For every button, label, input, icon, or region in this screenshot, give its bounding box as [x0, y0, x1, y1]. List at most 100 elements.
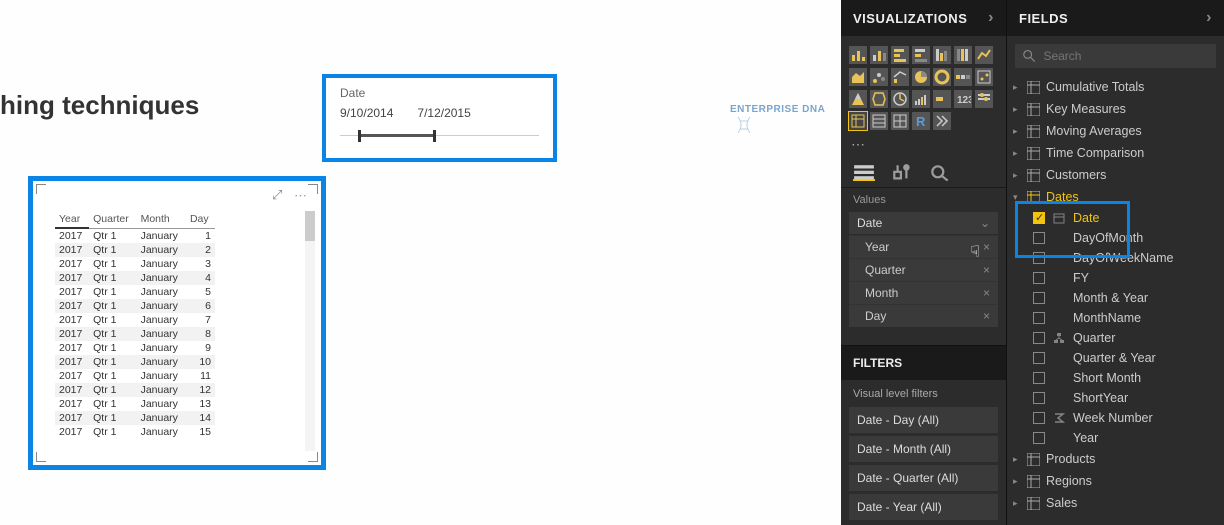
viz-type-icon[interactable]: R [912, 112, 930, 130]
field-checkbox[interactable] [1033, 352, 1045, 364]
table-key-measures[interactable]: ▸Key Measures [1007, 98, 1224, 120]
field-column-date[interactable]: Date [1007, 208, 1224, 228]
remove-field-icon[interactable]: × [983, 286, 990, 300]
field-checkbox[interactable] [1033, 212, 1045, 224]
viz-type-icon[interactable]: 123 [954, 90, 972, 108]
remove-field-icon[interactable]: × [983, 309, 990, 323]
visualization-gallery[interactable]: 123 R [841, 36, 1006, 134]
fields-search[interactable] [1015, 44, 1216, 68]
field-checkbox[interactable] [1033, 392, 1045, 404]
table-moving-averages[interactable]: ▸Moving Averages [1007, 120, 1224, 142]
field-well-item[interactable]: Day× [849, 304, 998, 327]
viz-type-icon[interactable] [912, 68, 930, 86]
dna-icon [734, 115, 754, 135]
table-icon [1027, 191, 1040, 204]
analytics-tab[interactable] [929, 163, 951, 181]
field-checkbox[interactable] [1033, 372, 1045, 384]
viz-type-icon[interactable] [870, 90, 888, 108]
viz-type-icon[interactable] [849, 68, 867, 86]
slicer-handle-end[interactable] [433, 130, 436, 142]
field-well-item[interactable]: Month× [849, 281, 998, 304]
filter-item[interactable]: Date - Day (All) [849, 407, 998, 433]
remove-field-icon[interactable]: × [983, 263, 990, 277]
viz-type-icon[interactable] [933, 46, 951, 64]
date-slicer[interactable]: Date 9/10/2014 7/12/2015 [322, 74, 557, 162]
viz-type-icon[interactable] [954, 68, 972, 86]
viz-type-icon[interactable] [933, 90, 951, 108]
field-column-month-year[interactable]: Month & Year [1007, 288, 1224, 308]
field-column-week-number[interactable]: Week Number [1007, 408, 1224, 428]
filter-item[interactable]: Date - Quarter (All) [849, 465, 998, 491]
filter-item[interactable]: Date - Year (All) [849, 494, 998, 520]
cursor-icon: ☟ [970, 242, 980, 262]
field-checkbox[interactable] [1033, 412, 1045, 424]
filter-item[interactable]: Date - Month (All) [849, 436, 998, 462]
field-checkbox[interactable] [1033, 292, 1045, 304]
field-column-dayofmonth[interactable]: DayOfMonth [1007, 228, 1224, 248]
field-checkbox[interactable] [1033, 232, 1045, 244]
visual-options-icons[interactable]: ⤢ ⋯ [272, 187, 311, 203]
viz-type-icon[interactable] [849, 90, 867, 108]
field-column-fy[interactable]: FY [1007, 268, 1224, 288]
viz-type-icon[interactable] [891, 90, 909, 108]
viz-type-icon[interactable] [870, 68, 888, 86]
field-checkbox[interactable] [1033, 252, 1045, 264]
field-column-monthname[interactable]: MonthName [1007, 308, 1224, 328]
viz-type-icon[interactable] [975, 90, 993, 108]
table-icon [1027, 103, 1040, 116]
table-dates[interactable]: ▾ Dates [1007, 186, 1224, 208]
table-sales[interactable]: ▸Sales [1007, 492, 1224, 514]
field-checkbox[interactable] [1033, 332, 1045, 344]
remove-field-icon[interactable]: × [983, 240, 990, 254]
viz-type-icon[interactable] [954, 46, 972, 64]
field-checkbox[interactable] [1033, 432, 1045, 444]
values-label: Values [841, 188, 1006, 208]
viz-type-icon[interactable] [933, 112, 951, 130]
viz-type-icon[interactable] [975, 68, 993, 86]
viz-type-icon[interactable] [849, 112, 867, 130]
table-icon [1027, 125, 1040, 138]
viz-type-icon[interactable] [891, 46, 909, 64]
slicer-range-track[interactable] [340, 128, 539, 144]
viz-type-icon[interactable] [933, 68, 951, 86]
field-column-short-month[interactable]: Short Month [1007, 368, 1224, 388]
slicer-field-label: Date [340, 86, 539, 100]
table-customers[interactable]: ▸Customers [1007, 164, 1224, 186]
table-regions[interactable]: ▸Regions [1007, 470, 1224, 492]
viz-type-icon[interactable] [891, 112, 909, 130]
visualizations-header[interactable]: VISUALIZATIONS› [841, 0, 1006, 36]
more-visuals-button[interactable]: ⋯ [841, 134, 1006, 155]
viz-type-icon[interactable] [975, 46, 993, 64]
slicer-start-date[interactable]: 9/10/2014 [340, 106, 393, 120]
date-table-visual[interactable]: ⤢ ⋯ YearQuarterMonthDay2017Qtr 1January1… [28, 176, 326, 470]
filters-header: FILTERS [841, 345, 1006, 380]
field-checkbox[interactable] [1033, 312, 1045, 324]
table-scrollbar[interactable] [305, 211, 315, 451]
format-tab[interactable] [891, 163, 913, 181]
field-column-shortyear[interactable]: ShortYear [1007, 388, 1224, 408]
viz-type-icon[interactable] [849, 46, 867, 64]
field-column-quarter[interactable]: Quarter [1007, 328, 1224, 348]
table-icon [1027, 81, 1040, 94]
table-cumulative-totals[interactable]: ▸Cumulative Totals [1007, 76, 1224, 98]
viz-type-icon[interactable] [912, 46, 930, 64]
chevron-right-icon: › [1206, 9, 1212, 27]
fields-well-tab[interactable] [853, 163, 875, 181]
slicer-handle-start[interactable] [358, 130, 361, 142]
viz-type-icon[interactable] [891, 68, 909, 86]
field-column-dayofweekname[interactable]: DayOfWeekName [1007, 248, 1224, 268]
chevron-down-icon[interactable]: ⌄ [980, 216, 990, 230]
table-time-comparison[interactable]: ▸Time Comparison [1007, 142, 1224, 164]
viz-type-icon[interactable] [870, 112, 888, 130]
slicer-end-date[interactable]: 7/12/2015 [417, 106, 470, 120]
visual-level-filters-label: Visual level filters [841, 380, 1006, 404]
field-column-quarter-year[interactable]: Quarter & Year [1007, 348, 1224, 368]
field-column-year[interactable]: Year [1007, 428, 1224, 448]
field-checkbox[interactable] [1033, 272, 1045, 284]
values-field-well[interactable]: Date ⌄ Year×Quarter×Month×Day× ☟ [849, 212, 998, 327]
viz-type-icon[interactable] [912, 90, 930, 108]
search-input[interactable] [1043, 49, 1208, 63]
viz-type-icon[interactable] [870, 46, 888, 64]
fields-header[interactable]: FIELDS› [1007, 0, 1224, 36]
table-products[interactable]: ▸Products [1007, 448, 1224, 470]
